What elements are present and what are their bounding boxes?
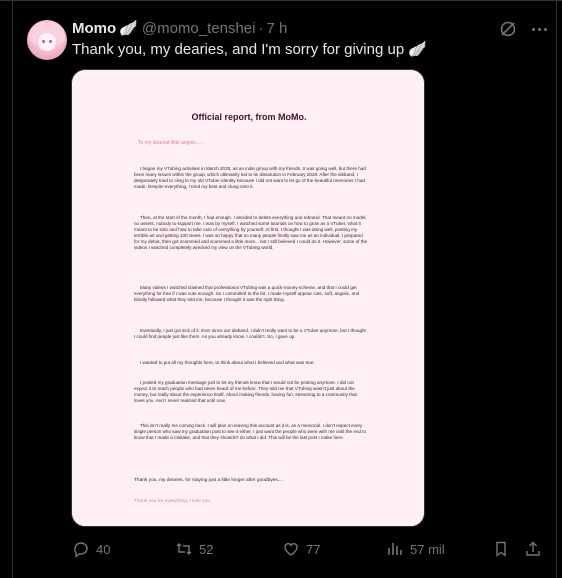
document-paragraph: Then, at the start of the month, I had e… bbox=[134, 215, 368, 251]
user-handle[interactable]: @momo_tenshei bbox=[142, 20, 256, 37]
left-divider bbox=[12, 0, 13, 578]
share-button[interactable] bbox=[524, 538, 548, 560]
post-time[interactable]: 7 h bbox=[266, 20, 287, 37]
display-name[interactable]: Momo bbox=[72, 20, 116, 37]
repost-button[interactable]: 52 bbox=[175, 538, 213, 560]
views-button[interactable]: 57 mil bbox=[386, 538, 445, 560]
document-title: Official report, from MoMo. bbox=[191, 112, 307, 122]
document-paragraph: I began my VTubing activities in March 2… bbox=[134, 166, 366, 190]
like-count: 77 bbox=[306, 541, 321, 557]
post-header: Momo 🪽 @momo_tenshei · 7 h bbox=[72, 19, 287, 38]
document-greeting: To my dearest little angels..... bbox=[138, 140, 203, 146]
avatar[interactable] bbox=[27, 20, 67, 60]
action-bar: 40 52 77 57 mil bbox=[72, 538, 542, 560]
reply-button[interactable]: 40 bbox=[72, 538, 110, 560]
repost-icon bbox=[176, 543, 192, 555]
document-paragraph: I wanted to put all my thoughts here, to… bbox=[140, 360, 315, 365]
document-paragraph: I posted my graduation message just to l… bbox=[134, 380, 357, 404]
separator-dot: · bbox=[258, 19, 264, 37]
wing-emoji: 🪽 bbox=[119, 20, 138, 37]
document-paragraph: Eventually, I just got sick of it. Ever … bbox=[134, 328, 366, 340]
like-button[interactable]: 77 bbox=[282, 538, 320, 560]
like-icon bbox=[284, 543, 298, 556]
right-divider bbox=[556, 0, 557, 578]
reply-count: 40 bbox=[96, 541, 111, 557]
post-text: Thank you, my dearies, and I'm sorry for… bbox=[72, 41, 428, 58]
share-icon bbox=[526, 541, 540, 556]
grok-icon[interactable] bbox=[499, 20, 517, 38]
views-count: 57 mil bbox=[410, 541, 445, 557]
reply-icon bbox=[74, 542, 88, 558]
more-icon[interactable] bbox=[532, 21, 550, 37]
views-icon bbox=[388, 543, 402, 555]
document-closing: Thank you, my dearies, for staying just … bbox=[134, 478, 284, 483]
repost-count: 52 bbox=[199, 541, 214, 557]
document-paragraph: Many videos I watched claimed that profe… bbox=[134, 285, 360, 303]
post-image[interactable]: Official report, from MoMo. To my deares… bbox=[71, 69, 425, 527]
document-paragraph: This isn't really me coming back. I will… bbox=[134, 423, 367, 441]
bookmark-icon bbox=[496, 541, 506, 557]
bookmark-button[interactable] bbox=[492, 538, 516, 560]
top-divider bbox=[0, 0, 562, 1]
document-signoff: Thank you for everything, I love you. bbox=[134, 499, 212, 504]
